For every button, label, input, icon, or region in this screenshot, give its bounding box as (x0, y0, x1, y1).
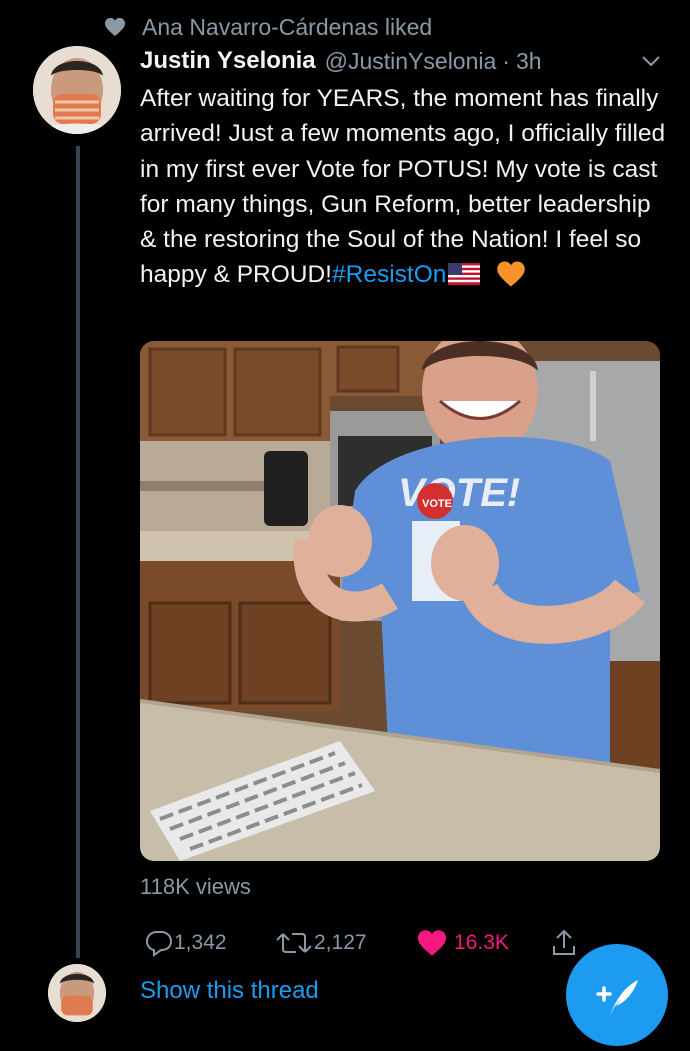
tweet-media[interactable]: VOTE! VOTE (140, 341, 660, 861)
separator: · (502, 47, 510, 74)
reply-count: 1,342 (174, 931, 227, 954)
chevron-down-icon[interactable] (640, 52, 662, 70)
tweet-text: After waiting for YEARS, the moment has … (140, 81, 670, 293)
timestamp[interactable]: 3h (516, 48, 542, 75)
compose-button[interactable] (566, 944, 668, 1046)
social-context-text: Ana Navarro-Cárdenas liked (142, 13, 433, 40)
shirt-text: VOTE! (398, 471, 520, 515)
thread-line (76, 146, 80, 958)
compose-icon (596, 980, 638, 1016)
orange-heart-icon (497, 261, 526, 287)
like-button[interactable]: 16.3K (416, 927, 509, 959)
thread-avatar-image (48, 964, 106, 1022)
reply-button[interactable]: 1,342 (144, 927, 227, 959)
tweet-header: Justin Yselonia @JustinYselonia · 3h (140, 44, 542, 78)
retweet-count: 2,127 (314, 931, 367, 954)
social-context: Ana Navarro-Cárdenas liked (104, 12, 432, 42)
hashtag-link[interactable]: #ResistOn (332, 261, 446, 288)
like-icon (418, 930, 446, 956)
views-count: 118K views (140, 874, 251, 899)
avatar[interactable] (33, 46, 121, 134)
tweet-body: After waiting for YEARS, the moment has … (140, 85, 666, 289)
heart-icon (105, 17, 125, 37)
flag-icon (448, 262, 481, 285)
thread-avatar[interactable] (48, 964, 106, 1022)
avatar-image (33, 46, 121, 134)
retweet-button[interactable]: 2,127 (274, 927, 367, 959)
shirt-badge-text: VOTE (422, 498, 452, 510)
media-image: VOTE! VOTE (140, 341, 660, 861)
author-handle[interactable]: @JustinYselonia (325, 48, 497, 75)
author-name[interactable]: Justin Yselonia (140, 47, 316, 75)
retweet-icon (276, 933, 312, 953)
show-thread-link[interactable]: Show this thread (140, 977, 319, 1005)
like-count: 16.3K (454, 931, 509, 954)
reply-icon (145, 931, 173, 957)
